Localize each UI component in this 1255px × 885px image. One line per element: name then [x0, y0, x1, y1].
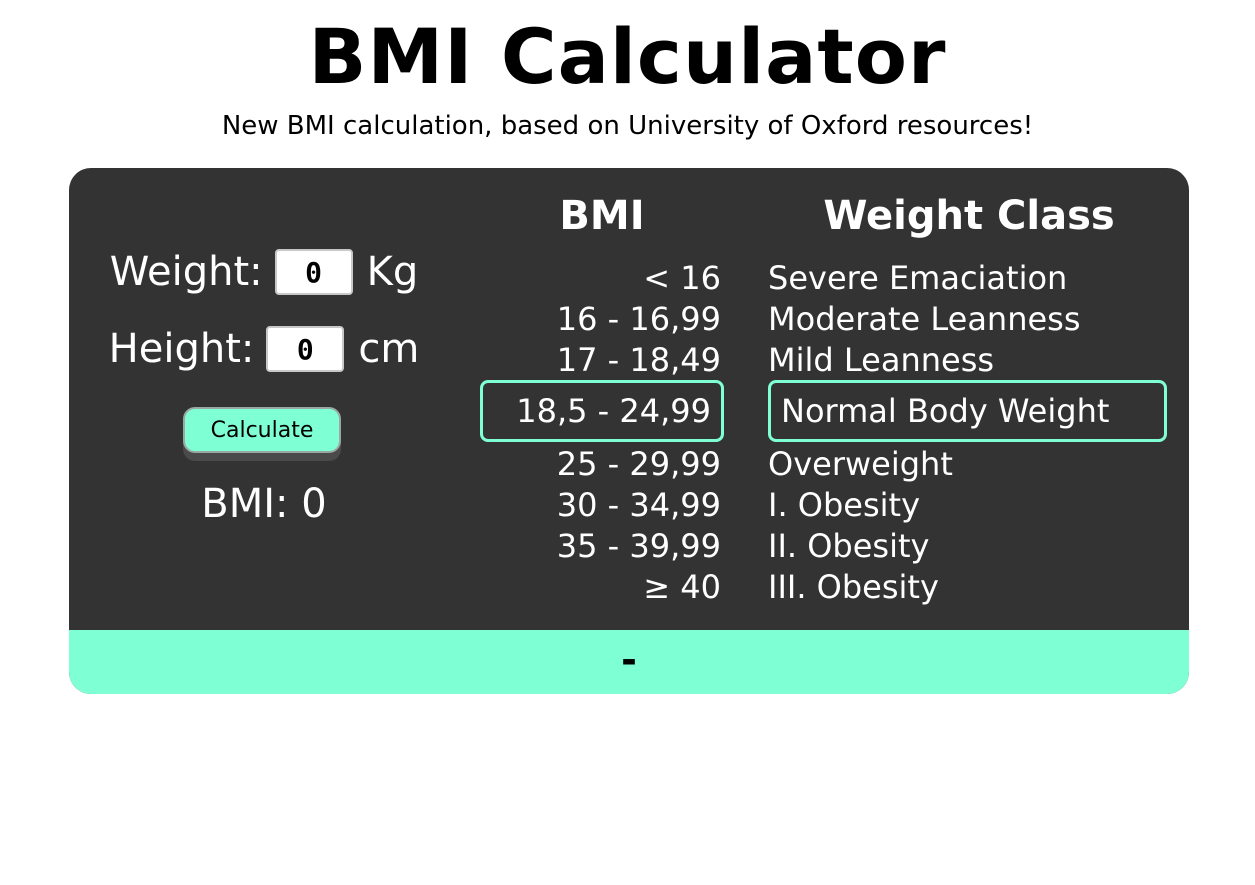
page-title: BMI Calculator: [308, 12, 947, 101]
weight-class-obesity-2: II. Obesity: [768, 527, 930, 565]
weight-class-obesity-1: I. Obesity: [768, 486, 921, 524]
height-unit: cm: [358, 326, 420, 372]
weight-unit: Kg: [366, 249, 419, 295]
bmi-range-obesity-3: ≥ 40: [643, 568, 721, 606]
weight-class-normal-highlighted: Normal Body Weight: [768, 380, 1167, 442]
bmi-range-overweight: 25 - 29,99: [556, 445, 721, 483]
height-input[interactable]: [266, 326, 345, 372]
bmi-column-header: BMI: [559, 193, 645, 239]
bmi-result: BMI: 0: [201, 481, 327, 527]
weight-class-severe-emaciation: Severe Emaciation: [768, 259, 1068, 297]
calculate-button[interactable]: Calculate: [183, 407, 341, 453]
bmi-range-normal-highlighted: 18,5 - 24,99: [480, 380, 724, 442]
height-row: Height: cm: [69, 325, 459, 373]
weight-class-obesity-3: III. Obesity: [768, 568, 939, 606]
weight-label: Weight:: [109, 249, 263, 295]
weight-class-overweight: Overweight: [768, 445, 953, 483]
bmi-range-obesity-1: 30 - 34,99: [556, 486, 721, 524]
bmi-range-severe-emaciation: < 16: [643, 259, 721, 297]
weight-class-moderate-leanness: Moderate Leanness: [768, 300, 1081, 338]
page-subtitle: New BMI calculation, based on University…: [221, 111, 1034, 141]
calculator-panel: Weight: Kg Height: cm Calculate BMI: 0 B…: [69, 168, 1189, 694]
weight-class-mild-leanness: Mild Leanness: [768, 341, 995, 379]
bmi-range-moderate-leanness: 16 - 16,99: [556, 300, 721, 338]
weight-input[interactable]: [274, 249, 353, 295]
result-status-bar: -: [69, 630, 1189, 694]
height-label: Height:: [108, 326, 255, 372]
bmi-range-obesity-2: 35 - 39,99: [556, 527, 721, 565]
bmi-range-mild-leanness: 17 - 18,49: [556, 341, 721, 379]
weight-class-column-header: Weight Class: [823, 193, 1115, 239]
weight-row: Weight: Kg: [69, 248, 459, 296]
